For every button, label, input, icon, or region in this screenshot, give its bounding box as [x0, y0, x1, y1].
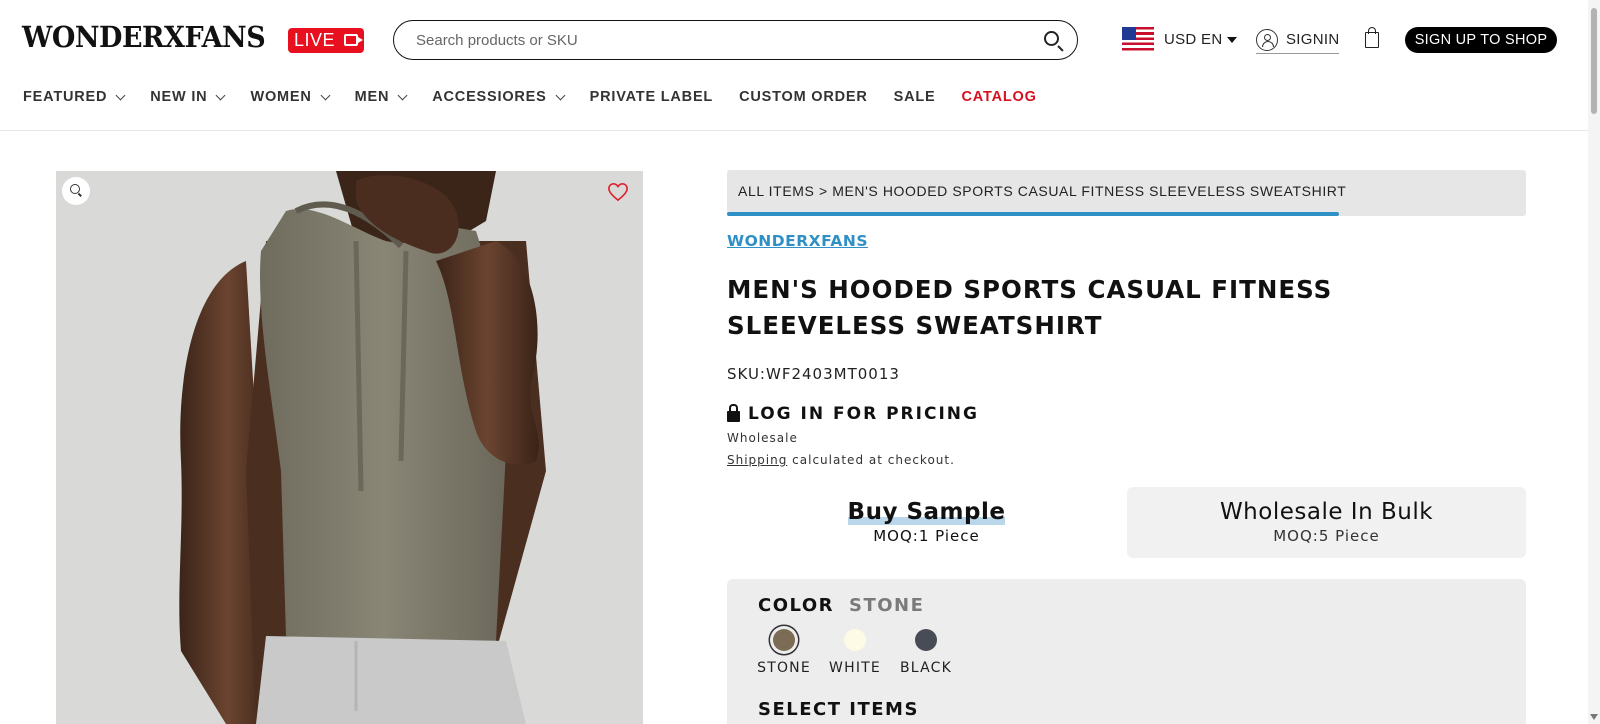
chevron-down-icon [216, 90, 226, 100]
swatch-label: WHITE [829, 660, 881, 676]
product-image[interactable] [56, 171, 643, 724]
main-navigation: FEATURED NEW IN WOMEN MEN ACCESSIORES PR… [23, 89, 1063, 105]
wholesale-bulk-title: Wholesale In Bulk [1219, 499, 1434, 525]
buy-sample-title: Buy Sample [847, 499, 1006, 525]
wholesale-bulk-option[interactable]: Wholesale In Bulk MOQ:5 Piece [1127, 487, 1526, 558]
login-for-pricing[interactable]: LOG IN FOR PRICING [727, 404, 979, 424]
nav-item-catalog[interactable]: CATALOG [962, 89, 1037, 105]
search-input[interactable] [416, 31, 1016, 49]
chevron-down-icon[interactable] [1227, 37, 1237, 43]
search-icon[interactable] [1044, 31, 1059, 46]
lock-icon [727, 404, 740, 422]
breadcrumb-progress-bar [727, 212, 1339, 216]
search-bar [393, 20, 1078, 60]
nav-item-accessories[interactable]: ACCESSIORES [432, 89, 566, 105]
nav-item-men[interactable]: MEN [354, 89, 408, 105]
chevron-down-icon [397, 90, 408, 100]
nav-item-new-in[interactable]: NEW IN [150, 89, 226, 105]
nav-item-sale[interactable]: SALE [894, 89, 936, 105]
nav-item-label: FEATURED [23, 89, 108, 105]
nav-item-custom-order[interactable]: CUSTOM ORDER [739, 89, 868, 105]
buy-sample-option[interactable]: Buy Sample MOQ:1 Piece [727, 487, 1126, 558]
nav-item-women[interactable]: WOMEN [250, 89, 331, 105]
nav-item-label: ACCESSIORES [432, 89, 547, 105]
variant-selector: COLOR STONE STONE WHITE BLACK SELECT ITE… [727, 579, 1526, 724]
header-divider [0, 130, 1600, 131]
sign-up-button[interactable]: SIGN UP TO SHOP [1405, 27, 1557, 53]
heart-icon[interactable] [607, 182, 629, 202]
product-title: MEN'S HOODED SPORTS CASUAL FITNESS SLEEV… [727, 275, 1333, 340]
scroll-down-arrow-icon[interactable] [1590, 714, 1598, 720]
selected-color: STONE [849, 595, 925, 616]
breadcrumb: ALL ITEMS > MEN'S HOODED SPORTS CASUAL F… [727, 170, 1526, 216]
buy-sample-moq: MOQ:1 Piece [873, 527, 980, 545]
brand-link[interactable]: WONDERXFANS [727, 232, 868, 250]
color-swatch-black[interactable]: BLACK [896, 629, 956, 676]
wholesale-label: Wholesale [727, 431, 798, 445]
swatch-dot [844, 629, 866, 651]
nav-item-label: WOMEN [250, 89, 312, 105]
chevron-down-icon [320, 90, 331, 100]
color-label: COLOR [758, 595, 835, 616]
swatch-label: STONE [757, 660, 811, 676]
nav-item-featured[interactable]: FEATURED [23, 89, 126, 105]
select-items-label: SELECT ITEMS [758, 699, 919, 720]
nav-item-label: NEW IN [150, 89, 208, 105]
nav-item-label: MEN [354, 89, 390, 105]
live-button[interactable]: LIVE [288, 28, 364, 53]
site-logo[interactable]: WONDERXFANS [22, 20, 266, 54]
product-photo-illustration [56, 171, 643, 724]
signin-label: SIGNIN [1286, 31, 1340, 48]
nav-item-label: CATALOG [961, 89, 1037, 105]
product-sku: SKU:WF2403MT0013 [727, 365, 900, 383]
currency-language-selector[interactable]: USD EN [1164, 31, 1222, 48]
shipping-note: Shipping calculated at checkout. [727, 453, 955, 467]
nav-item-label: CUSTOM ORDER [739, 89, 868, 105]
shipping-link[interactable]: Shipping [727, 453, 787, 467]
wholesale-bulk-moq: MOQ:5 Piece [1273, 527, 1380, 545]
swatch-dot [773, 629, 795, 651]
signin-link[interactable]: SIGNIN [1256, 28, 1340, 54]
swatch-label: BLACK [899, 660, 952, 676]
swatch-dot [915, 629, 937, 651]
chevron-down-icon [555, 90, 566, 100]
scrollbar-thumb[interactable] [1591, 8, 1597, 114]
pricing-label: LOG IN FOR PRICING [748, 404, 979, 424]
chevron-down-icon [115, 90, 126, 100]
nav-item-private-label[interactable]: PRIVATE LABEL [590, 89, 713, 105]
video-camera-icon [344, 34, 363, 46]
nav-item-label: PRIVATE LABEL [589, 89, 714, 105]
shipping-text: calculated at checkout. [787, 453, 955, 467]
live-label: LIVE [294, 30, 336, 50]
zoom-icon[interactable] [62, 177, 90, 205]
us-flag-icon[interactable] [1122, 27, 1154, 51]
breadcrumb-text[interactable]: ALL ITEMS > MEN'S HOODED SPORTS CASUAL F… [738, 183, 1346, 199]
user-icon [1256, 28, 1278, 51]
color-swatch-stone[interactable]: STONE [754, 629, 814, 676]
page-scrollbar[interactable] [1588, 0, 1600, 724]
nav-item-label: SALE [893, 89, 936, 105]
shopping-bag-icon[interactable] [1365, 27, 1379, 48]
color-swatch-white[interactable]: WHITE [825, 629, 885, 676]
